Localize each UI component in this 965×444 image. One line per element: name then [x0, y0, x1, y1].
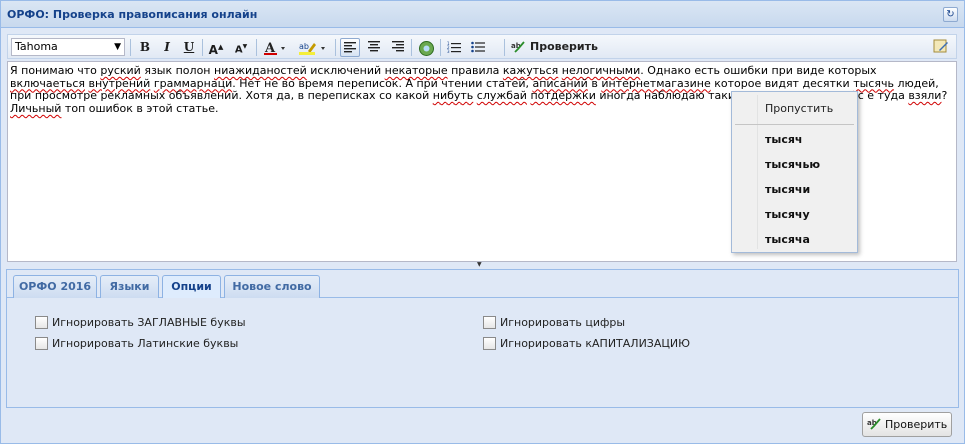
editor-text: . Нет не во время переписок. А при чтени…: [232, 76, 533, 90]
option-label: Игнорировать Латинские буквы: [52, 337, 239, 350]
spellcheck-panel: ОРФО: Проверка правописания онлайн ↻ Tah…: [0, 0, 965, 444]
align-right-icon[interactable]: [388, 38, 408, 57]
checkbox[interactable]: [35, 316, 48, 329]
menu-item-suggestion[interactable]: тысяч: [765, 133, 802, 146]
shrink-font-icon[interactable]: A▼: [231, 38, 251, 57]
editor-text: топ ошибок в этой статье.: [61, 101, 219, 115]
misspelled-word[interactable]: службай: [477, 89, 527, 102]
bullet-list-icon[interactable]: [468, 38, 488, 57]
insert-image-icon[interactable]: [416, 38, 436, 57]
toolbar-divider: [440, 39, 441, 56]
font-family-value: Tahoma: [15, 40, 58, 53]
option-ignore-capitalization[interactable]: Игнорировать кАПИТАЛИЗАЦИЮ: [483, 337, 690, 350]
toolbar-divider: [130, 39, 131, 56]
menu-divider: [735, 124, 854, 125]
editor-text: в: [587, 76, 602, 90]
option-label: Игнорировать цифры: [500, 316, 626, 329]
misspelled-word[interactable]: внутрений: [88, 77, 150, 90]
option-ignore-digits[interactable]: Игнорировать цифры: [483, 316, 625, 329]
checkbox[interactable]: [483, 337, 496, 350]
toolbar-divider: [411, 39, 412, 56]
tab-orfo-2016[interactable]: ОРФО 2016: [13, 275, 97, 298]
font-color-icon[interactable]: A: [260, 38, 290, 57]
refresh-icon[interactable]: ↻: [943, 7, 958, 22]
misspelled-word[interactable]: Личьный: [10, 102, 61, 115]
misspelled-word[interactable]: нелогичными: [562, 64, 640, 77]
misspelled-word[interactable]: нибуть: [433, 89, 474, 102]
highlight-color-icon[interactable]: ab: [296, 38, 330, 57]
option-label: Игнорировать ЗАГЛАВНЫЕ буквы: [52, 316, 246, 329]
grow-font-icon[interactable]: A▲: [206, 38, 226, 57]
toolbar-divider: [504, 39, 505, 56]
window-title: ОРФО: Проверка правописания онлайн: [7, 8, 258, 21]
misspelled-word[interactable]: аписаний: [532, 77, 587, 90]
menu-item-suggestion[interactable]: тысячью: [765, 158, 820, 171]
option-label: Игнорировать кАПИТАЛИЗАЦИЮ: [500, 337, 691, 350]
splitter-handle[interactable]: ▼: [464, 262, 498, 268]
editor-text: ?: [941, 89, 948, 103]
editor-text: . Однако есть ошибки при виде которых: [640, 64, 877, 77]
misspelled-word[interactable]: взяли: [908, 89, 941, 102]
svg-text:A: A: [264, 41, 276, 55]
checkbox[interactable]: [35, 337, 48, 350]
numbered-list-icon[interactable]: 123: [444, 38, 464, 57]
toolbar-divider: [335, 39, 336, 56]
menu-gutter: [757, 95, 758, 249]
svg-text:ab: ab: [299, 42, 309, 51]
misspelled-word[interactable]: включаеться: [10, 77, 85, 90]
italic-icon[interactable]: I: [157, 38, 177, 57]
editor-text: правила: [447, 64, 503, 77]
tab-strip: ОРФО 2016 Языки Опции Новое слово: [7, 270, 958, 299]
misspelled-word[interactable]: руский: [100, 64, 140, 77]
underline-icon[interactable]: U: [179, 38, 199, 57]
spellcheck-icon: ab: [867, 418, 881, 430]
misspelled-word[interactable]: тысячь: [853, 77, 894, 90]
misspelled-word[interactable]: интернетмагазине: [601, 77, 710, 90]
menu-item-suggestion[interactable]: тысяча: [765, 233, 810, 246]
checkbox[interactable]: [483, 316, 496, 329]
check-spelling-label: Проверить: [530, 40, 598, 53]
tab-options[interactable]: Опции: [162, 275, 221, 299]
check-spelling-button[interactable]: ab Проверить: [511, 38, 598, 57]
title-bar: ОРФО: Проверка правописания онлайн ↻: [1, 1, 964, 28]
misspelled-word[interactable]: ниажиданостей: [214, 64, 307, 77]
collapse-arrow-icon: ▼: [477, 261, 482, 268]
toolbar-divider: [202, 39, 203, 56]
footer-check-button[interactable]: ab Проверить: [862, 412, 952, 437]
align-left-icon[interactable]: [340, 38, 360, 57]
menu-item-suggestion[interactable]: тысячи: [765, 183, 810, 196]
toolbar-divider: [256, 39, 257, 56]
editor-text: е туда: [867, 89, 909, 103]
tab-new-word[interactable]: Новое слово: [224, 275, 320, 298]
option-ignore-latin[interactable]: Игнорировать Латинские буквы: [35, 337, 238, 350]
misspelled-word[interactable]: граммарнаци: [154, 77, 232, 90]
editor-text: Я понимаю что: [10, 64, 101, 77]
chevron-down-icon: ▼: [114, 42, 121, 52]
tab-languages[interactable]: Языки: [100, 275, 159, 298]
options-tab-panel: ОРФО 2016 Языки Опции Новое слово Игнори…: [6, 269, 959, 408]
menu-item-suggestion[interactable]: тысячу: [765, 208, 810, 221]
misspelled-word[interactable]: некаторые: [385, 64, 448, 77]
editor-text: исключений: [306, 64, 385, 77]
align-center-icon[interactable]: [364, 38, 384, 57]
bold-icon[interactable]: B: [135, 38, 155, 57]
misspelled-word[interactable]: потдержки: [530, 89, 595, 102]
menu-item-skip[interactable]: Пропустить: [765, 102, 833, 115]
source-edit-icon[interactable]: [933, 38, 951, 56]
misspelled-word[interactable]: кажуться: [503, 64, 558, 77]
svg-text:3: 3: [447, 49, 450, 53]
suggestion-context-menu: Пропустить тысяч тысячью тысячи тысячу т…: [731, 91, 858, 253]
spellcheck-icon: ab: [511, 41, 525, 53]
font-family-select[interactable]: Tahoma ▼: [11, 38, 125, 56]
option-ignore-uppercase[interactable]: Игнорировать ЗАГЛАВНЫЕ буквы: [35, 316, 246, 329]
options-body: Игнорировать ЗАГЛАВНЫЕ буквы Игнорироват…: [7, 298, 958, 407]
footer-check-label: Проверить: [885, 418, 948, 431]
editor-text: язык полон: [140, 64, 214, 77]
editor-toolbar: Tahoma ▼ B I U A▲ A▼ A ab 12 3 ab Провер…: [7, 34, 957, 59]
editor-text: которое видят десятки: [710, 76, 854, 90]
